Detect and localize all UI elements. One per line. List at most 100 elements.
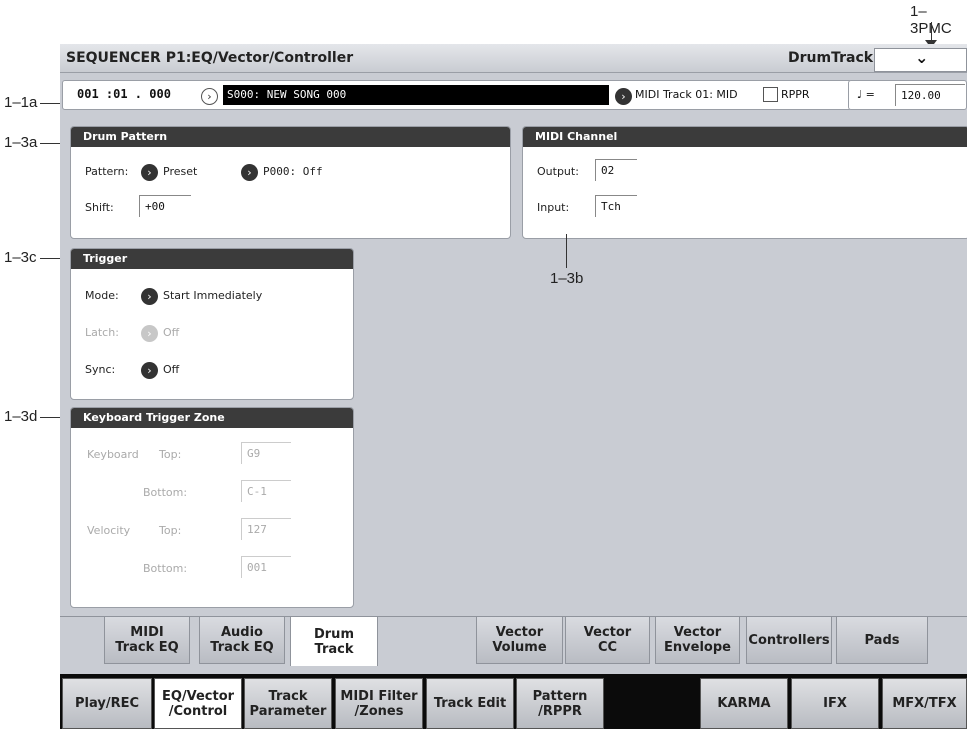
tab-vector-volume[interactable]: Vector Volume bbox=[476, 616, 563, 664]
group-tab-mfx-tfx[interactable]: MFX/TFX bbox=[882, 678, 967, 729]
group-tab-eq-vector-control[interactable]: EQ/Vector/Control bbox=[154, 678, 242, 729]
vel-top-label: Top: bbox=[159, 524, 182, 537]
rppr-checkbox[interactable] bbox=[763, 87, 778, 102]
midi-channel-panel: MIDI Channel Output: 02 Input: Tch bbox=[522, 126, 967, 239]
shift-field[interactable]: +00 bbox=[139, 195, 191, 217]
page-menu-button[interactable]: ⌄ bbox=[874, 48, 967, 72]
output-field[interactable]: 02 bbox=[595, 159, 637, 181]
callout-1-3c: 1–3c bbox=[4, 249, 37, 266]
tab-label: /Control bbox=[168, 703, 228, 719]
group-tab-track-parameter[interactable]: Track Parameter bbox=[244, 678, 332, 729]
tab-label: MIDI Filter bbox=[340, 688, 418, 704]
tab-label: EQ/Vector bbox=[161, 688, 235, 704]
page-name: DrumTrack bbox=[788, 50, 874, 66]
group-tab-play-rec[interactable]: Play/REC bbox=[62, 678, 152, 729]
kb-top-field: G9 bbox=[241, 442, 291, 464]
drum-pattern-header: Drum Pattern bbox=[71, 127, 510, 147]
title-bar: SEQUENCER P1:EQ/Vector/Controller DrumTr… bbox=[60, 44, 967, 73]
rppr-label: RPPR bbox=[781, 88, 810, 101]
keyboard-label: Keyboard bbox=[87, 448, 139, 461]
group-tab-karma[interactable]: KARMA bbox=[700, 678, 788, 729]
sync-value[interactable]: Off bbox=[163, 363, 179, 376]
track-select[interactable]: MIDI Track 01: MID bbox=[635, 88, 738, 101]
tab-label: Pads bbox=[864, 632, 900, 648]
tab-label: /Zones bbox=[354, 703, 404, 719]
tab-vector-cc[interactable]: Vector CC bbox=[565, 616, 650, 664]
tempo-field[interactable]: 120.00 bbox=[895, 84, 965, 106]
input-field[interactable]: Tch bbox=[595, 195, 637, 217]
tab-label: Envelope bbox=[664, 640, 731, 655]
trigger-panel: Trigger Mode: › Start Immediately Latch:… bbox=[70, 248, 354, 400]
tab-drum-track[interactable]: Drum Track bbox=[290, 616, 378, 666]
callout-1-3pmc: 1–3PMC bbox=[910, 3, 952, 37]
tab-label: /RPPR bbox=[538, 703, 582, 719]
tab-label: IFX bbox=[823, 696, 847, 711]
tab-label: Track bbox=[314, 641, 354, 657]
group-tab-midi-filter-zones[interactable]: MIDI Filter/Zones bbox=[335, 678, 423, 729]
tab-label: Parameter bbox=[249, 703, 327, 719]
tab-label: KARMA bbox=[717, 696, 771, 711]
group-tab-pattern-rppr[interactable]: Pattern/RPPR bbox=[516, 678, 604, 729]
group-tab-track-edit[interactable]: Track Edit bbox=[426, 678, 514, 729]
sequencer-screen: SEQUENCER P1:EQ/Vector/Controller DrumTr… bbox=[60, 44, 967, 729]
kb-top-label: Top: bbox=[159, 448, 182, 461]
tab-label: Track EQ bbox=[210, 640, 274, 655]
tab-audio-track-eq[interactable]: Audio Track EQ bbox=[199, 616, 285, 664]
pattern-bank[interactable]: Preset bbox=[163, 165, 197, 178]
callout-1-1a: 1–1a bbox=[4, 94, 38, 111]
latch-arrow-icon: › bbox=[141, 325, 158, 342]
group-tab-ifx[interactable]: IFX bbox=[791, 678, 879, 729]
kb-bottom-label: Bottom: bbox=[143, 486, 188, 499]
page-title: SEQUENCER P1:EQ/Vector/Controller bbox=[66, 50, 354, 66]
sync-arrow-icon[interactable]: › bbox=[141, 362, 158, 379]
keyboard-trigger-zone-header: Keyboard Trigger Zone bbox=[71, 408, 353, 428]
tab-vector-envelope[interactable]: Vector Envelope bbox=[655, 616, 740, 664]
pattern-select-arrow-icon[interactable]: › bbox=[241, 164, 258, 181]
callout-1-3d: 1–3d bbox=[4, 408, 38, 425]
mode-value[interactable]: Start Immediately bbox=[163, 289, 262, 302]
tab-label: Audio bbox=[220, 625, 263, 640]
pattern-bank-arrow-icon[interactable]: › bbox=[141, 164, 158, 181]
pattern-label: Pattern: bbox=[85, 165, 129, 178]
tab-label: Vector bbox=[583, 625, 632, 640]
song-select-field[interactable]: S000: NEW SONG 000 bbox=[223, 85, 609, 105]
mode-arrow-icon[interactable]: › bbox=[141, 288, 158, 305]
latch-label: Latch: bbox=[85, 326, 119, 339]
output-label: Output: bbox=[537, 165, 579, 178]
tab-midi-track-eq[interactable]: MIDI Track EQ bbox=[104, 616, 190, 664]
mode-label: Mode: bbox=[85, 289, 119, 302]
tab-label: MIDI bbox=[130, 625, 164, 640]
tab-label: Track EQ bbox=[115, 640, 179, 655]
song-select-row: 001 :01 . 000 › S000: NEW SONG 000 › MID… bbox=[62, 80, 852, 110]
tab-controllers[interactable]: Controllers bbox=[746, 616, 832, 664]
tab-label: Vector bbox=[673, 625, 722, 640]
chevron-down-icon: ⌄ bbox=[915, 48, 929, 67]
location-field[interactable]: 001 :01 . 000 bbox=[77, 87, 171, 101]
trigger-header: Trigger bbox=[71, 249, 353, 269]
song-select-arrow-icon[interactable]: › bbox=[201, 88, 218, 105]
latch-value: Off bbox=[163, 326, 180, 339]
drum-pattern-panel: Drum Pattern Pattern: › Preset › P000: O… bbox=[70, 126, 511, 239]
vel-bottom-label: Bottom: bbox=[143, 562, 188, 575]
callout-1-3b: 1–3b bbox=[550, 270, 584, 287]
tab-label: Pattern bbox=[532, 688, 588, 704]
callout-1-3a: 1–3a bbox=[4, 134, 38, 151]
input-label: Input: bbox=[537, 201, 570, 214]
midi-channel-header: MIDI Channel bbox=[523, 127, 967, 147]
kb-bottom-field: C-1 bbox=[241, 480, 291, 502]
vel-bottom-field: 001 bbox=[241, 556, 291, 578]
vel-top-field: 127 bbox=[241, 518, 291, 540]
tab-label: Track Edit bbox=[433, 696, 507, 711]
velocity-label: Velocity bbox=[87, 524, 131, 537]
track-select-arrow-icon[interactable]: › bbox=[615, 88, 632, 105]
tempo-note-icon: ♩ = bbox=[857, 88, 875, 101]
shift-label: Shift: bbox=[85, 201, 114, 214]
tab-label: Volume bbox=[492, 640, 547, 655]
pattern-value[interactable]: P000: Off bbox=[263, 165, 323, 178]
song-name: S000: NEW SONG 000 bbox=[227, 88, 347, 101]
keyboard-trigger-zone-panel: Keyboard Trigger Zone Keyboard Top: G9 B… bbox=[70, 407, 354, 608]
tab-label: Drum bbox=[313, 626, 354, 642]
tab-pads[interactable]: Pads bbox=[836, 616, 928, 664]
tab-label: Play/REC bbox=[74, 696, 139, 711]
tab-label: Vector bbox=[495, 625, 544, 640]
